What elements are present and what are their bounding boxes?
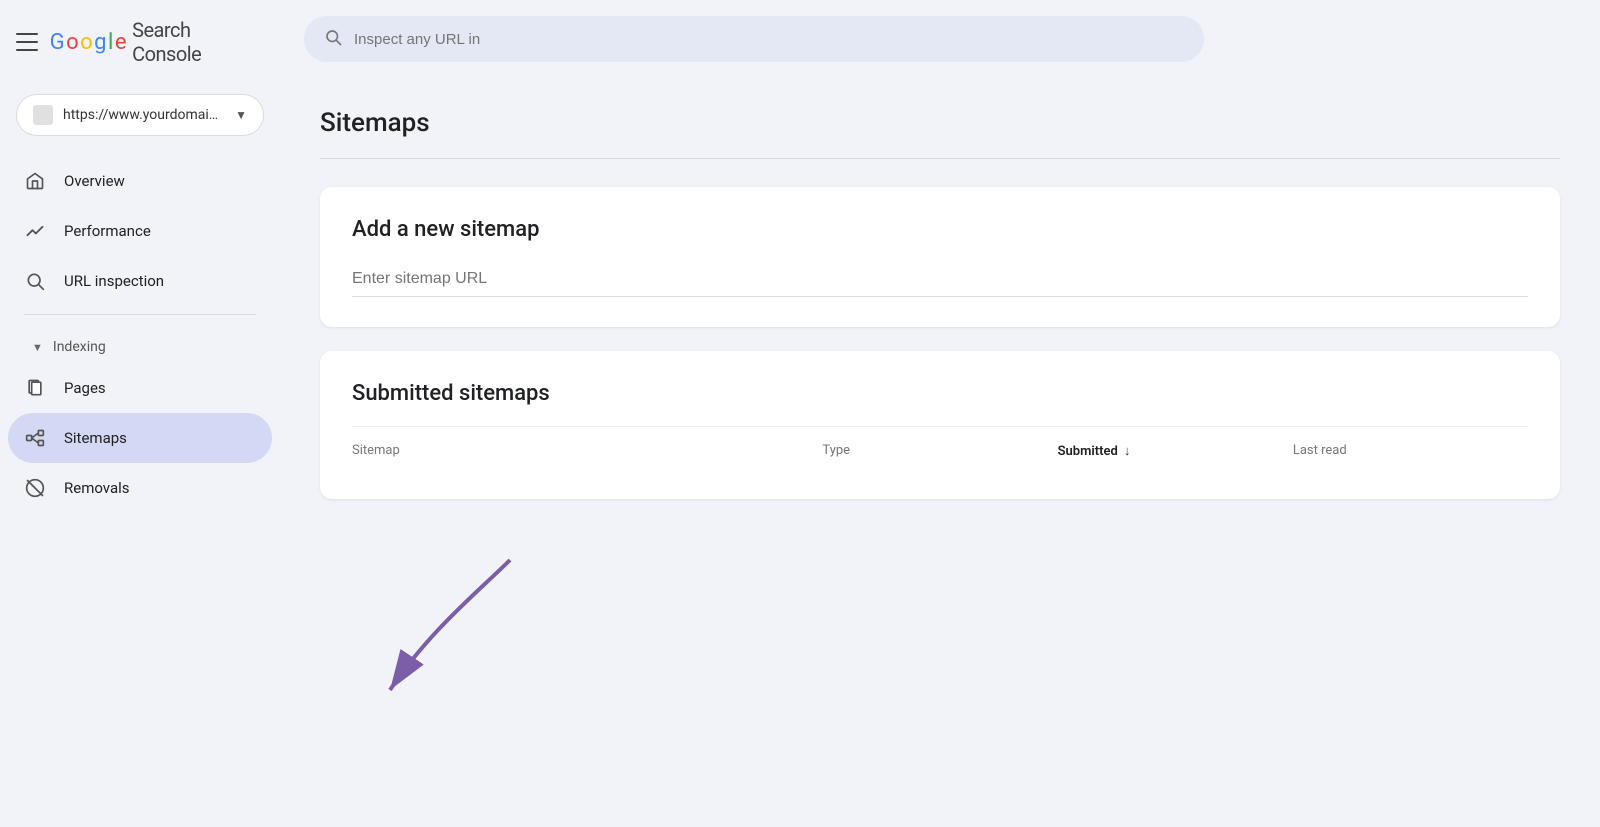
home-icon: [24, 170, 46, 192]
hamburger-icon[interactable]: [16, 33, 38, 51]
nav-divider: [24, 314, 256, 315]
pages-icon: [24, 377, 46, 399]
sort-arrow-icon: ↓: [1124, 443, 1131, 459]
sidebar-item-performance-label: Performance: [64, 222, 151, 240]
content-area: Sitemaps Add a new sitemap Submitted sit…: [280, 78, 1600, 827]
domain-selector[interactable]: https://www.yourdomain.... ▼: [16, 94, 264, 136]
add-sitemap-title: Add a new sitemap: [352, 217, 1528, 242]
sidebar-item-removals[interactable]: Removals: [8, 463, 272, 513]
chevron-down-icon: ▼: [235, 108, 247, 122]
sidebar-item-url-inspection[interactable]: URL inspection: [8, 256, 272, 306]
sidebar-item-pages[interactable]: Pages: [8, 363, 272, 413]
add-sitemap-card: Add a new sitemap: [320, 187, 1560, 327]
sidebar-item-overview[interactable]: Overview: [8, 156, 272, 206]
col-header-lastread: Last read: [1293, 443, 1528, 459]
domain-favicon: [33, 105, 53, 125]
expand-arrow-icon: ▼: [32, 341, 43, 354]
nav-items: Overview Performance URL inspection ▼ In: [0, 156, 280, 513]
main-content: Sitemaps Add a new sitemap Submitted sit…: [280, 0, 1600, 827]
indexing-section[interactable]: ▼ Indexing: [8, 323, 272, 363]
col-header-sitemap: Sitemap: [352, 443, 822, 459]
sitemap-url-input[interactable]: [352, 262, 1528, 297]
sidebar-item-sitemaps[interactable]: Sitemaps: [8, 413, 272, 463]
app-name: Search Console: [132, 18, 260, 66]
search-bar[interactable]: [304, 16, 1204, 62]
sidebar-item-removals-label: Removals: [64, 479, 130, 497]
sidebar-header: Google Search Console: [0, 0, 280, 84]
submitted-sitemaps-title: Submitted sitemaps: [352, 381, 1528, 406]
sidebar-item-performance[interactable]: Performance: [8, 206, 272, 256]
top-bar: [280, 0, 1600, 78]
sidebar-item-sitemaps-label: Sitemaps: [64, 429, 127, 447]
page-title: Sitemaps: [320, 108, 1560, 138]
indexing-label: Indexing: [53, 339, 106, 355]
sidebar-item-overview-label: Overview: [64, 172, 125, 190]
sidebar-item-url-inspection-label: URL inspection: [64, 272, 164, 290]
search-input[interactable]: [354, 31, 1184, 48]
google-logo: Google Search Console: [50, 18, 260, 66]
removals-icon: [24, 477, 46, 499]
col-header-submitted[interactable]: Submitted ↓: [1058, 443, 1293, 459]
sidebar: Google Search Console https://www.yourdo…: [0, 0, 280, 827]
sitemaps-icon: [24, 427, 46, 449]
performance-icon: [24, 220, 46, 242]
col-header-type: Type: [822, 443, 1057, 459]
submitted-sitemaps-card: Submitted sitemaps Sitemap Type Submitte…: [320, 351, 1560, 499]
sidebar-item-pages-label: Pages: [64, 379, 106, 397]
domain-url: https://www.yourdomain....: [63, 107, 225, 123]
topbar-search-icon: [324, 28, 342, 50]
table-header: Sitemap Type Submitted ↓ Last read: [352, 426, 1528, 469]
content-divider: [320, 158, 1560, 159]
search-icon: [24, 270, 46, 292]
